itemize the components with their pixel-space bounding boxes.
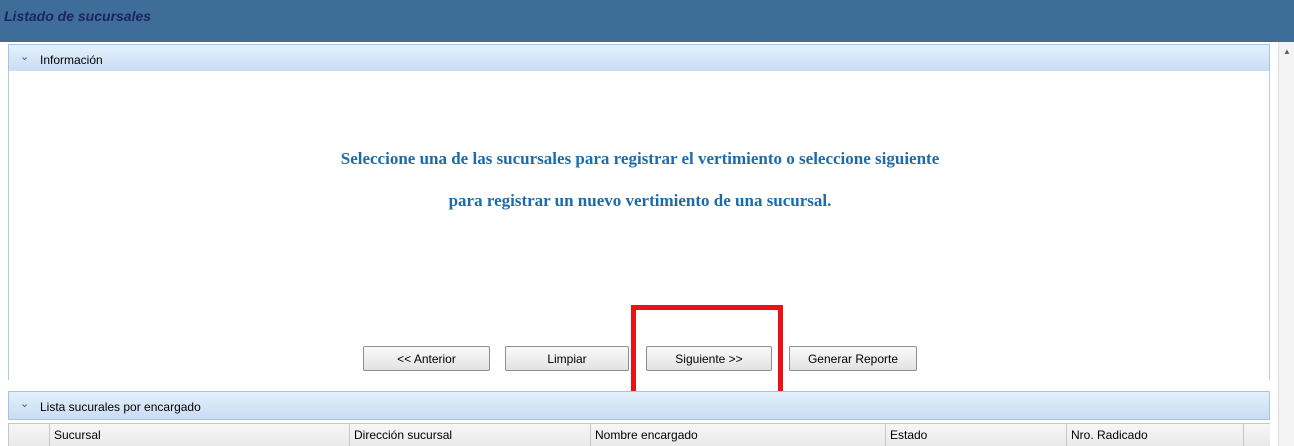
column-header-estado[interactable]: Estado bbox=[886, 424, 1067, 446]
column-header-sucursal[interactable]: Sucursal bbox=[50, 424, 350, 446]
chevron-down-icon[interactable]: ⌄ bbox=[20, 52, 30, 63]
vertical-scrollbar[interactable]: ▲ bbox=[1278, 42, 1294, 446]
highlight-box bbox=[631, 305, 783, 405]
list-section-header[interactable]: ⌄ Lista sucurales por encargado bbox=[8, 391, 1270, 420]
column-header-direccion[interactable]: Dirección sucursal bbox=[350, 424, 591, 446]
column-header-select[interactable] bbox=[9, 424, 50, 446]
info-section-title: Información bbox=[40, 53, 103, 67]
generate-report-button[interactable]: Generar Reporte bbox=[789, 346, 917, 371]
info-message-line-1: Seleccione una de las sucursales para re… bbox=[340, 149, 940, 168]
scroll-up-arrow-icon[interactable]: ▲ bbox=[1283, 47, 1291, 56]
column-header-encargado[interactable]: Nombre encargado bbox=[591, 424, 886, 446]
window-title: Listado de sucursales bbox=[4, 8, 152, 24]
previous-button[interactable]: << Anterior bbox=[363, 346, 490, 371]
list-section-title: Lista sucurales por encargado bbox=[40, 400, 201, 414]
column-header-radicado[interactable]: Nro. Radicado bbox=[1067, 424, 1244, 446]
window-title-bar: Listado de sucursales bbox=[0, 0, 1294, 42]
table-header-row: Sucursal Dirección sucursal Nombre encar… bbox=[8, 423, 1270, 446]
info-message-line-2: para registrar un nuevo vertimiento de u… bbox=[448, 191, 832, 210]
chevron-down-icon[interactable]: ⌄ bbox=[20, 399, 30, 410]
clear-button[interactable]: Limpiar bbox=[505, 346, 629, 371]
info-section-header[interactable]: ⌄ Información bbox=[8, 44, 1270, 73]
main-content: ⌄ Información Seleccione una de las sucu… bbox=[0, 42, 1294, 446]
